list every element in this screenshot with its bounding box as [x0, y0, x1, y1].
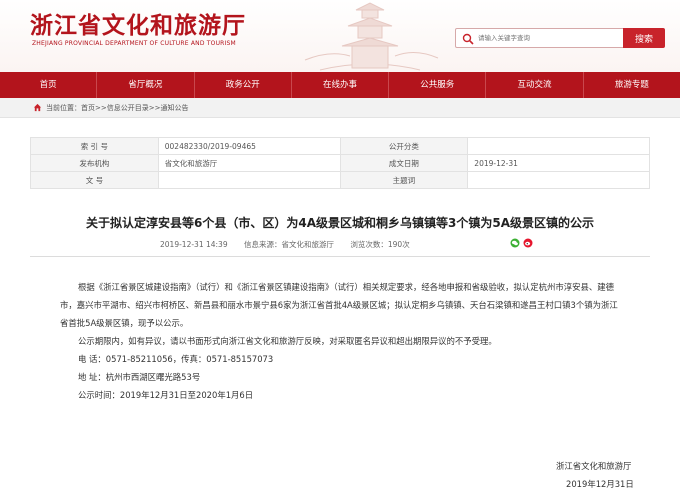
category-label: 公开分类	[339, 137, 469, 155]
publisher-value: 省文化和旅游厅	[157, 154, 341, 172]
table-row: 文 号 主题词	[30, 171, 650, 189]
keywords-value	[467, 171, 650, 189]
doc-number-value	[157, 171, 341, 189]
written-date-label: 成文日期	[339, 154, 469, 172]
info-source: 信息来源：省文化和旅游厅	[243, 240, 334, 249]
index-number-label: 索 引 号	[30, 137, 159, 155]
contact-address: 地 址：杭州市西湖区曙光路53号	[78, 372, 201, 382]
article-meta: 2019-12-31 14:39 信息来源：省文化和旅游厅 浏览次数：190次	[160, 239, 424, 250]
signature-date: 2019年12月31日	[566, 479, 634, 489]
written-date-value: 2019-12-31	[467, 154, 650, 172]
index-number-value: 002482330/2019-09465	[157, 137, 341, 155]
search-button[interactable]: 搜索	[623, 28, 665, 48]
nav-item-online-services[interactable]: 在线办事	[292, 72, 390, 98]
view-count: 浏览次数：190次	[350, 240, 410, 249]
category-value	[467, 137, 650, 155]
wechat-share-icon[interactable]	[510, 238, 520, 248]
site-header: 浙江省文化和旅游厅 ZHEJIANG PROVINCIAL DEPARTMENT…	[0, 0, 680, 72]
body-paragraph-1: 根据《浙江省景区城建设指南》（试行）和《浙江省景区镇建设指南》（试行）相关规定要…	[60, 282, 618, 328]
site-subtitle: ZHEJIANG PROVINCIAL DEPARTMENT OF CULTUR…	[32, 40, 236, 47]
share-icons	[510, 238, 533, 248]
nav-item-public-services[interactable]: 公共服务	[389, 72, 487, 98]
breadcrumb: 当前位置：首页>>信息公开目录>>通知公告	[0, 98, 680, 118]
nav-item-interaction[interactable]: 互动交流	[486, 72, 584, 98]
document-info-table: 索 引 号 002482330/2019-09465 公开分类 发布机构 省文化…	[30, 137, 650, 189]
site-title[interactable]: 浙江省文化和旅游厅	[30, 6, 246, 40]
nav-item-overview[interactable]: 省厅概况	[97, 72, 195, 98]
nav-item-tourism-topics[interactable]: 旅游专题	[584, 72, 680, 98]
table-row: 发布机构 省文化和旅游厅 成文日期 2019-12-31	[30, 154, 650, 172]
publish-date: 2019-12-31 14:39	[160, 240, 228, 249]
doc-number-label: 文 号	[30, 171, 159, 189]
article-body: 根据《浙江省景区城建设指南》（试行）和《浙江省景区镇建设指南》（试行）相关规定要…	[60, 278, 625, 404]
pagoda-illustration-icon	[304, 2, 439, 71]
contact-phone: 电 话：0571-85211056，传真：0571-85157073	[78, 354, 274, 364]
table-row: 索 引 号 002482330/2019-09465 公开分类	[30, 137, 650, 155]
home-icon	[33, 103, 42, 112]
nav-item-gov-info[interactable]: 政务公开	[195, 72, 292, 98]
main-nav: 首页 省厅概况 政务公开 在线办事 公共服务 互动交流 旅游专题	[0, 72, 680, 98]
nav-item-home[interactable]: 首页	[0, 72, 98, 98]
article-title: 关于拟认定淳安县等6个县（市、区）为4A级景区城和桐乡乌镇镇等3个镇为5A级景区…	[86, 216, 594, 230]
search-input[interactable]	[478, 30, 624, 46]
search-icon	[462, 33, 474, 45]
search-box	[455, 28, 625, 48]
publicity-period: 公示时间：2019年12月31日至2020年1月6日	[78, 390, 254, 400]
body-paragraph-2: 公示期限内，如有异议，请以书面形式向浙江省文化和旅游厅反映，对采取匿名异议和超出…	[78, 336, 497, 346]
signature-organization: 浙江省文化和旅游厅	[556, 461, 632, 471]
publisher-label: 发布机构	[30, 154, 159, 172]
title-divider	[30, 256, 650, 257]
keywords-label: 主题词	[339, 171, 469, 189]
breadcrumb-path[interactable]: 当前位置：首页>>信息公开目录>>通知公告	[46, 103, 188, 113]
weibo-share-icon[interactable]	[523, 238, 533, 248]
